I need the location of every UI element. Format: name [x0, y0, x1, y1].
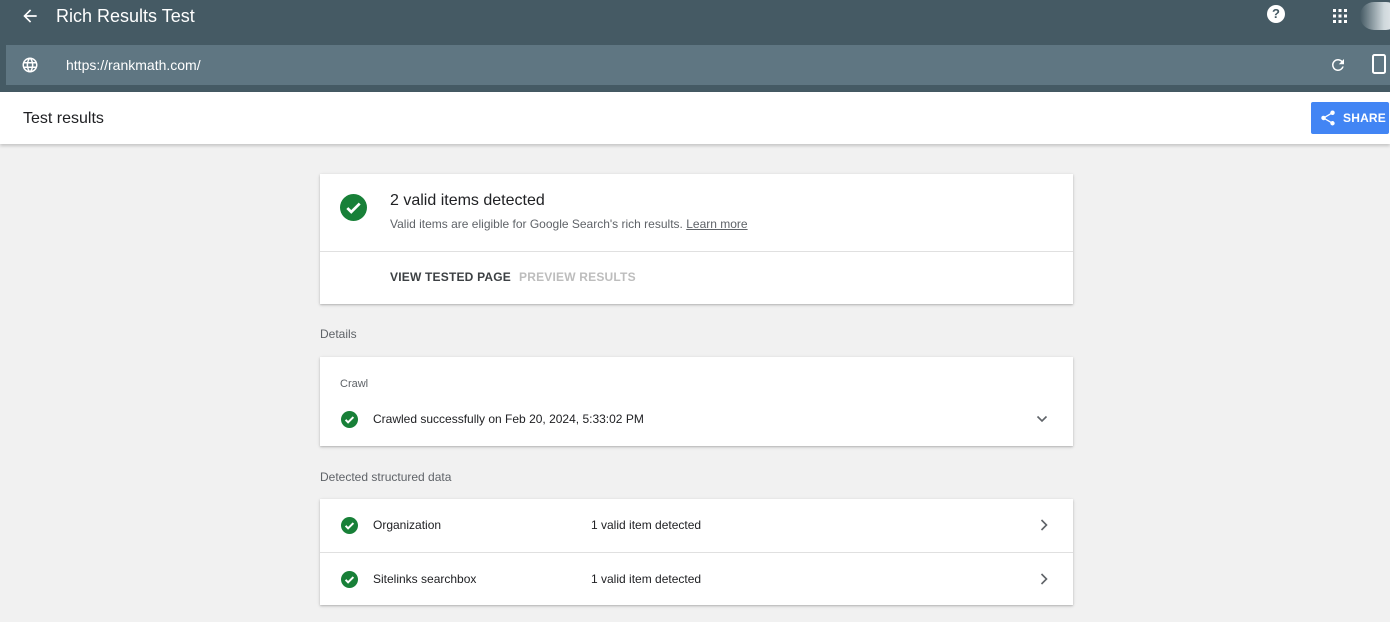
structured-data-status: 1 valid item detected: [591, 572, 702, 586]
structured-data-status: 1 valid item detected: [591, 518, 702, 532]
back-arrow-icon[interactable]: [20, 6, 40, 26]
success-check-icon: [341, 411, 358, 428]
success-check-icon: [341, 517, 358, 534]
url-bar[interactable]: https://rankmath.com/: [6, 45, 1390, 85]
app-title: Rich Results Test: [56, 6, 195, 26]
detected-data-section-label: Detected structured data: [320, 470, 452, 484]
page-title: Test results: [23, 110, 104, 127]
structured-data-row-organization[interactable]: Organization 1 valid item detected: [320, 499, 1073, 552]
apps-grid-icon[interactable]: [1333, 9, 1347, 23]
summary-card: 2 valid items detected Valid items are e…: [320, 174, 1073, 304]
success-check-icon: [341, 571, 358, 588]
url-input[interactable]: https://rankmath.com/: [66, 57, 201, 73]
summary-subtitle-text: Valid items are eligible for Google Sear…: [390, 217, 683, 231]
details-section-label: Details: [320, 327, 357, 341]
crawl-status-row[interactable]: Crawled successfully on Feb 20, 2024, 5:…: [320, 405, 1073, 433]
structured-data-name: Organization: [373, 518, 442, 532]
results-header: Test results SHARE: [0, 92, 1390, 144]
crawl-card: Crawl Crawled successfully on Feb 20, 20…: [320, 357, 1073, 446]
reload-icon[interactable]: [1329, 56, 1347, 74]
structured-data-card: Organization 1 valid item detected Sitel…: [320, 499, 1073, 605]
share-button-label: SHARE: [1343, 111, 1387, 125]
share-button[interactable]: SHARE: [1311, 102, 1389, 134]
structured-data-row-sitelinks-searchbox[interactable]: Sitelinks searchbox 1 valid item detecte…: [320, 552, 1073, 605]
help-icon[interactable]: ?: [1267, 5, 1285, 23]
chevron-down-icon[interactable]: [1036, 413, 1048, 425]
summary-title: 2 valid items detected: [390, 192, 545, 209]
account-avatar[interactable]: [1360, 2, 1390, 30]
app-bar: Rich Results Test ? https://rankmath.com…: [0, 0, 1390, 92]
divider: [320, 251, 1073, 252]
view-tested-page-button[interactable]: VIEW TESTED PAGE: [390, 270, 511, 284]
mobile-device-icon[interactable]: [1372, 54, 1386, 74]
share-icon: [1321, 110, 1335, 126]
chevron-right-icon[interactable]: [1038, 572, 1050, 586]
summary-subtitle: Valid items are eligible for Google Sear…: [390, 217, 748, 231]
crawl-label: Crawl: [340, 378, 369, 390]
crawl-status-text: Crawled successfully on Feb 20, 2024, 5:…: [373, 412, 644, 426]
chevron-right-icon[interactable]: [1038, 518, 1050, 532]
valid-check-icon: [340, 194, 367, 221]
app-bar-top-row: Rich Results Test ?: [0, 0, 1390, 34]
preview-results-button[interactable]: PREVIEW RESULTS: [519, 270, 636, 284]
learn-more-link[interactable]: Learn more: [686, 217, 747, 231]
structured-data-name: Sitelinks searchbox: [373, 572, 477, 586]
globe-icon: [22, 57, 38, 73]
